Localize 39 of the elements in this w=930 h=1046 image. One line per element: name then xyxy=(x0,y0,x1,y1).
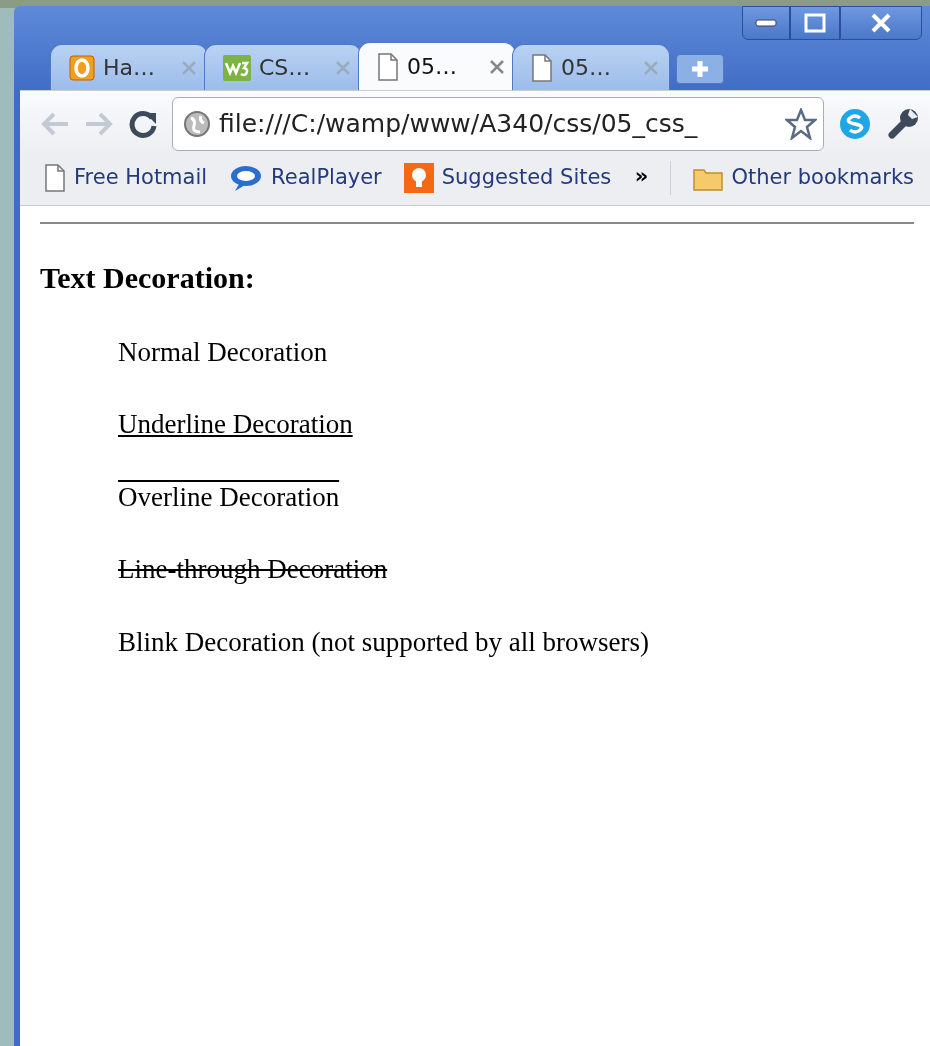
minimize-button[interactable] xyxy=(742,6,790,40)
bookmarks-overflow-button[interactable]: » xyxy=(634,161,649,193)
back-arrow-icon xyxy=(40,111,70,137)
wrench-icon[interactable] xyxy=(886,107,920,141)
close-tab-icon[interactable] xyxy=(489,58,505,75)
bookmark-link[interactable]: Suggested Sites xyxy=(403,162,612,194)
page-icon xyxy=(377,52,399,81)
other-bookmarks-button[interactable]: Other bookmarks xyxy=(693,162,914,194)
maximize-icon xyxy=(804,13,826,33)
plus-icon xyxy=(690,59,710,79)
decorated-paragraph: Underline Decoration xyxy=(118,408,354,441)
browser-tab[interactable]: 05… xyxy=(512,44,670,90)
close-button[interactable] xyxy=(840,6,922,40)
decorated-paragraph: Overline Decoration xyxy=(118,480,341,514)
minimize-icon xyxy=(755,19,777,27)
decorated-paragraph: Normal Decoration xyxy=(118,336,329,369)
skype-icon[interactable] xyxy=(838,107,872,141)
star-icon[interactable] xyxy=(785,108,817,140)
forward-arrow-icon xyxy=(84,111,114,137)
address-bar[interactable]: file:///C:/wamp/www/A340/css/05_css_ xyxy=(172,97,824,151)
w3-logo-icon xyxy=(223,54,251,81)
reload-button[interactable] xyxy=(128,109,158,139)
lightbulb-icon xyxy=(403,163,434,193)
new-tab-button[interactable] xyxy=(676,54,724,84)
bookmark-link[interactable]: RealPlayer xyxy=(229,162,382,194)
decorated-paragraph: Blink Decoration (not supported by all browsers) xyxy=(118,625,650,658)
page-heading: Text Decoration: xyxy=(40,260,256,296)
page-icon xyxy=(44,164,66,192)
close-icon xyxy=(870,13,892,33)
decorated-paragraph: Line-through Decoration xyxy=(118,553,389,586)
envelope-logo-icon xyxy=(69,54,95,81)
browser-tab[interactable]: Ha… xyxy=(50,44,208,90)
reload-icon xyxy=(128,109,158,139)
browser-tab[interactable]: 05… xyxy=(358,42,516,90)
maximize-button[interactable] xyxy=(790,6,840,40)
page-icon xyxy=(531,53,553,82)
bookmark-link[interactable]: Free Hotmail xyxy=(44,162,208,194)
globe-icon xyxy=(183,110,211,138)
realplayer-icon xyxy=(229,164,264,192)
